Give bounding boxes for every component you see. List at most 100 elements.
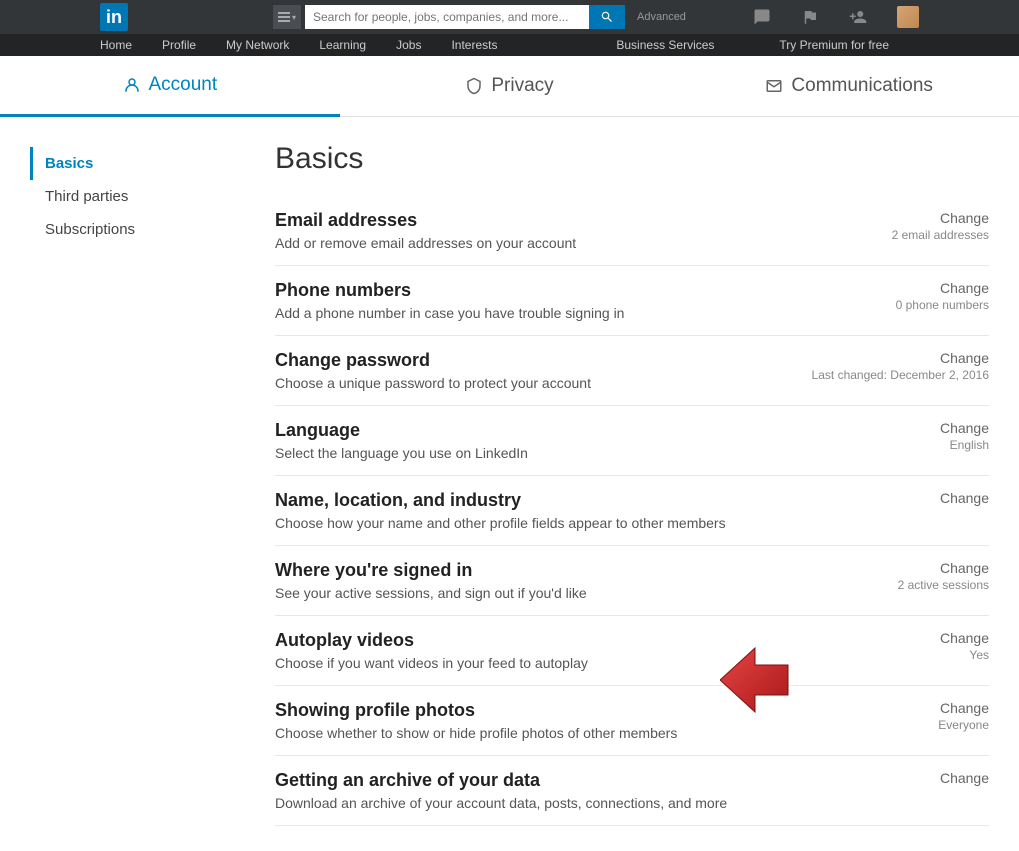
setting-left: Language Select the language you use on L…	[275, 420, 789, 461]
tab-communications[interactable]: Communications	[679, 56, 1019, 117]
sidebar-item-basics[interactable]: Basics	[30, 147, 270, 180]
setting-meta: Last changed: December 2, 2016	[789, 368, 989, 382]
setting-meta: Yes	[789, 648, 989, 662]
setting-left: Email addresses Add or remove email addre…	[275, 210, 789, 251]
avatar[interactable]	[897, 6, 919, 28]
nav-business[interactable]: Business Services	[616, 38, 714, 52]
nav-profile[interactable]: Profile	[162, 38, 196, 52]
setting-title: Email addresses	[275, 210, 789, 231]
nav-premium[interactable]: Try Premium for free	[779, 38, 889, 52]
settings-tabs: Account Privacy Communications	[0, 56, 1019, 117]
messages-icon[interactable]	[753, 8, 771, 26]
setting-meta: 2 active sessions	[789, 578, 989, 592]
setting-row[interactable]: Getting an archive of your data Download …	[275, 756, 989, 826]
setting-right: Change	[789, 490, 989, 506]
setting-left: Showing profile photos Choose whether to …	[275, 700, 789, 741]
change-link[interactable]: Change	[789, 560, 989, 576]
setting-meta: 0 phone numbers	[789, 298, 989, 312]
setting-title: Phone numbers	[275, 280, 789, 301]
sidebar-item-third-parties[interactable]: Third parties	[30, 180, 270, 213]
linkedin-logo[interactable]: in	[100, 3, 128, 31]
setting-row[interactable]: Email addresses Add or remove email addre…	[275, 196, 989, 266]
content-area: Basics Email addressesAdd or remove emai…	[270, 142, 989, 826]
shield-icon	[465, 77, 483, 95]
change-link[interactable]: Change	[789, 630, 989, 646]
caret-down-icon: ▾	[292, 13, 296, 22]
setting-title: Autoplay videos	[275, 630, 789, 651]
sidebar-item-subscriptions[interactable]: Subscriptions	[30, 213, 270, 246]
tab-account[interactable]: Account	[0, 56, 340, 117]
person-icon	[123, 76, 141, 94]
setting-left: Autoplay videos Choose if you want videos…	[275, 630, 789, 671]
settings-list: Email addresses Add or remove email addre…	[275, 196, 989, 826]
nav-jobs[interactable]: Jobs	[396, 38, 421, 52]
nav-learning[interactable]: Learning	[319, 38, 366, 52]
menu-toggle-button[interactable]: ▾	[273, 5, 301, 29]
setting-right: Change Last changed: December 2, 2016	[789, 350, 989, 382]
main-nav: Home Profile My Network Learning Jobs In…	[0, 34, 1019, 56]
nav-home[interactable]: Home	[100, 38, 132, 52]
setting-title: Showing profile photos	[275, 700, 789, 721]
setting-desc: Choose if you want videos in your feed t…	[275, 655, 789, 671]
nav-network[interactable]: My Network	[226, 38, 289, 52]
setting-desc: Download an archive of your account data…	[275, 795, 789, 811]
tab-privacy[interactable]: Privacy	[340, 56, 680, 117]
setting-title: Language	[275, 420, 789, 441]
add-person-icon[interactable]	[849, 8, 867, 26]
setting-left: Change passwordChoose a unique password …	[275, 350, 789, 391]
setting-right: Change 2 active sessions	[789, 560, 989, 592]
setting-row[interactable]: Where you're signed in See your active se…	[275, 546, 989, 616]
envelope-icon	[765, 77, 783, 95]
setting-row[interactable]: Language Select the language you use on L…	[275, 406, 989, 476]
setting-right: Change 2 email addresses	[789, 210, 989, 242]
change-link[interactable]: Change	[789, 420, 989, 436]
setting-title: Getting an archive of your data	[275, 770, 789, 791]
change-link[interactable]: Change	[789, 350, 989, 366]
setting-desc: Choose whether to show or hide profile p…	[275, 725, 789, 741]
setting-desc: Add or remove email addresses on your ac…	[275, 235, 789, 251]
change-link[interactable]: Change	[789, 280, 989, 296]
header-icons	[753, 6, 919, 28]
setting-title: Where you're signed in	[275, 560, 789, 581]
tab-privacy-label: Privacy	[491, 75, 553, 97]
tab-account-label: Account	[149, 74, 218, 96]
setting-desc: Add a phone number in case you have trou…	[275, 305, 789, 321]
setting-right: Change	[789, 770, 989, 786]
setting-right: Change Yes	[789, 630, 989, 662]
change-link[interactable]: Change	[789, 700, 989, 716]
setting-row[interactable]: Showing profile photos Choose whether to …	[275, 686, 989, 756]
setting-meta: English	[789, 438, 989, 452]
setting-right: Change 0 phone numbers	[789, 280, 989, 312]
change-link[interactable]: Change	[789, 770, 989, 786]
setting-title: Name, location, and industry	[275, 490, 789, 511]
setting-desc: See your active sessions, and sign out i…	[275, 585, 789, 601]
setting-right: Change English	[789, 420, 989, 452]
change-link[interactable]: Change	[789, 490, 989, 506]
settings-sidebar: Basics Third parties Subscriptions	[30, 142, 270, 826]
setting-left: Where you're signed in See your active se…	[275, 560, 789, 601]
search-icon	[600, 10, 614, 24]
change-link[interactable]: Change	[789, 210, 989, 226]
top-header: in ▾ Advanced	[0, 0, 1019, 34]
setting-desc: Choose how your name and other profile f…	[275, 515, 789, 531]
setting-left: Phone numbers Add a phone number in case …	[275, 280, 789, 321]
search-input[interactable]	[305, 5, 589, 29]
tab-communications-label: Communications	[791, 75, 933, 97]
setting-left: Getting an archive of your data Download …	[275, 770, 789, 811]
setting-meta: Everyone	[789, 718, 989, 732]
setting-row[interactable]: Autoplay videos Choose if you want videos…	[275, 616, 989, 686]
setting-right: Change Everyone	[789, 700, 989, 732]
search-button[interactable]	[589, 5, 625, 29]
setting-desc: Select the language you use on LinkedIn	[275, 445, 789, 461]
setting-meta: 2 email addresses	[789, 228, 989, 242]
setting-row[interactable]: Change passwordChoose a unique password …	[275, 336, 989, 406]
setting-left: Name, location, and industry Choose how y…	[275, 490, 789, 531]
setting-title: Change password	[275, 350, 789, 371]
setting-row[interactable]: Phone numbers Add a phone number in case …	[275, 266, 989, 336]
advanced-search-link[interactable]: Advanced	[637, 11, 686, 23]
hamburger-icon	[278, 12, 290, 22]
flag-icon[interactable]	[801, 8, 819, 26]
nav-interests[interactable]: Interests	[451, 38, 497, 52]
setting-row[interactable]: Name, location, and industry Choose how y…	[275, 476, 989, 546]
main-content: Basics Third parties Subscriptions Basic…	[0, 117, 1019, 851]
